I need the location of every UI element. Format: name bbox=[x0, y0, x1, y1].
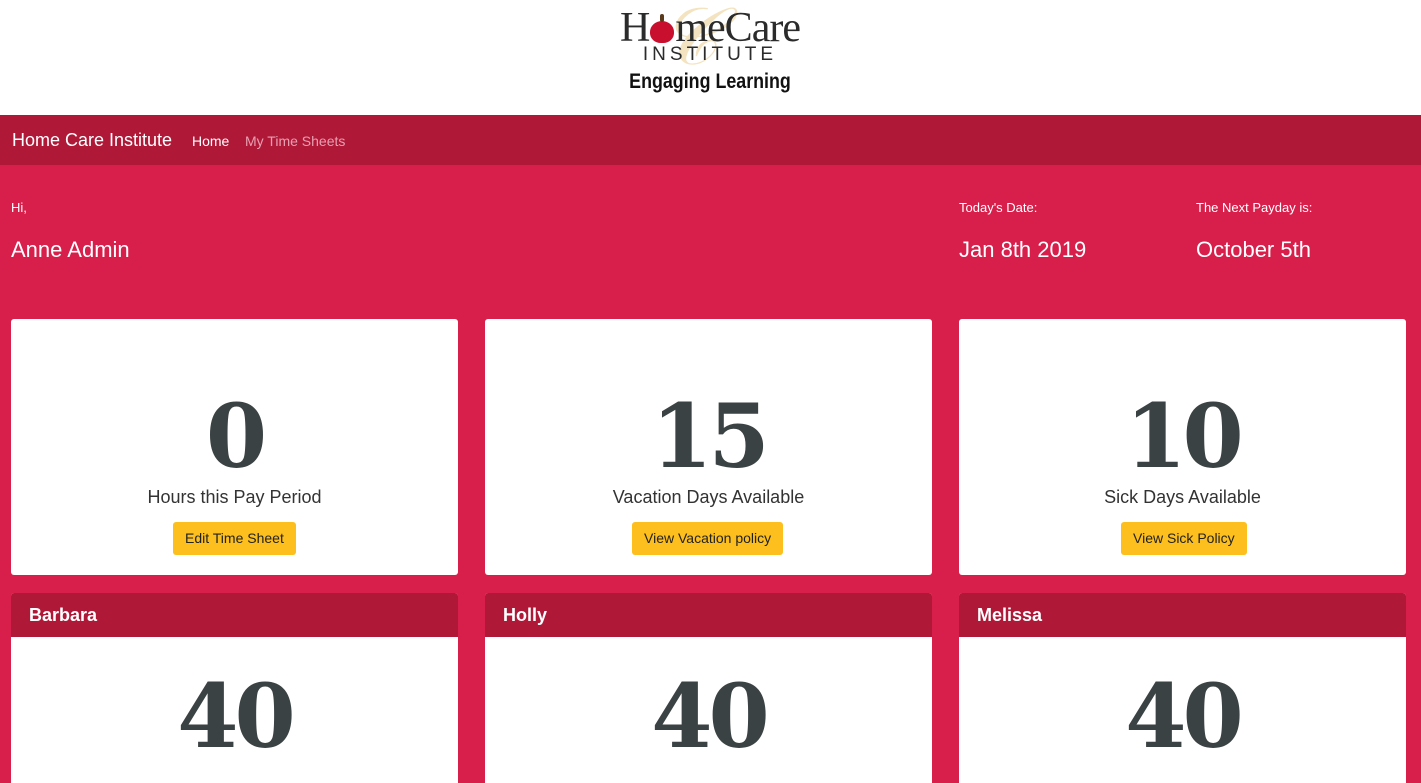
apple-icon bbox=[650, 14, 675, 43]
hours-card: 0 Hours this Pay Period Edit Time Sheet bbox=[11, 319, 458, 575]
next-payday-value: October 5th bbox=[1196, 237, 1311, 262]
logo-main-text: HmeCare bbox=[620, 5, 801, 51]
logo-subtitle: INSTITUTE bbox=[642, 44, 778, 65]
logo-header: 𝒞 HmeCare INSTITUTE Engaging Learning bbox=[0, 0, 1421, 115]
vacation-days-label: Vacation Days Available bbox=[612, 487, 805, 507]
home-care-institute-logo: HmeCare INSTITUTE Engaging Learning bbox=[590, 5, 830, 110]
employee-hours: 40 bbox=[651, 664, 769, 768]
vacation-card: 15 Vacation Days Available View Vacation… bbox=[485, 319, 932, 575]
user-name: Anne Admin bbox=[11, 237, 130, 262]
todays-date-value: Jan 8th 2019 bbox=[959, 237, 1087, 262]
view-vacation-policy-button[interactable]: View Vacation policy bbox=[632, 522, 784, 555]
next-payday-label: The Next Payday is: bbox=[1196, 200, 1313, 215]
employee-hours: 40 bbox=[1125, 664, 1243, 768]
employee-name: Holly bbox=[485, 593, 932, 637]
sick-card: 10 Sick Days Available View Sick Policy bbox=[959, 319, 1406, 575]
employee-card-barbara: Barbara 40 bbox=[11, 593, 458, 783]
employee-name: Barbara bbox=[11, 593, 458, 637]
sick-days-label: Sick Days Available bbox=[1104, 487, 1261, 507]
employee-card-melissa: Melissa 40 bbox=[959, 593, 1406, 783]
employee-name: Melissa bbox=[959, 593, 1406, 637]
employee-card-holly: Holly 40 bbox=[485, 593, 932, 783]
view-sick-policy-button[interactable]: View Sick Policy bbox=[1121, 522, 1247, 555]
sick-days-value: 10 bbox=[1125, 384, 1243, 488]
hours-value: 0 bbox=[205, 384, 267, 488]
logo-tagline: Engaging Learning bbox=[629, 70, 791, 93]
vacation-days-value: 15 bbox=[651, 384, 769, 488]
todays-date-label: Today's Date: bbox=[959, 200, 1038, 215]
hours-label: Hours this Pay Period bbox=[147, 487, 322, 507]
top-navbar: Home Care Institute Home My Time Sheets bbox=[0, 115, 1421, 165]
nav-item-my-time-sheets[interactable]: My Time Sheets bbox=[245, 133, 345, 149]
nav-item-home[interactable]: Home bbox=[192, 133, 229, 149]
greeting-label: Hi, bbox=[11, 200, 27, 215]
employee-hours: 40 bbox=[177, 664, 295, 768]
navbar-brand[interactable]: Home Care Institute bbox=[12, 130, 172, 151]
edit-time-sheet-button[interactable]: Edit Time Sheet bbox=[173, 522, 296, 555]
